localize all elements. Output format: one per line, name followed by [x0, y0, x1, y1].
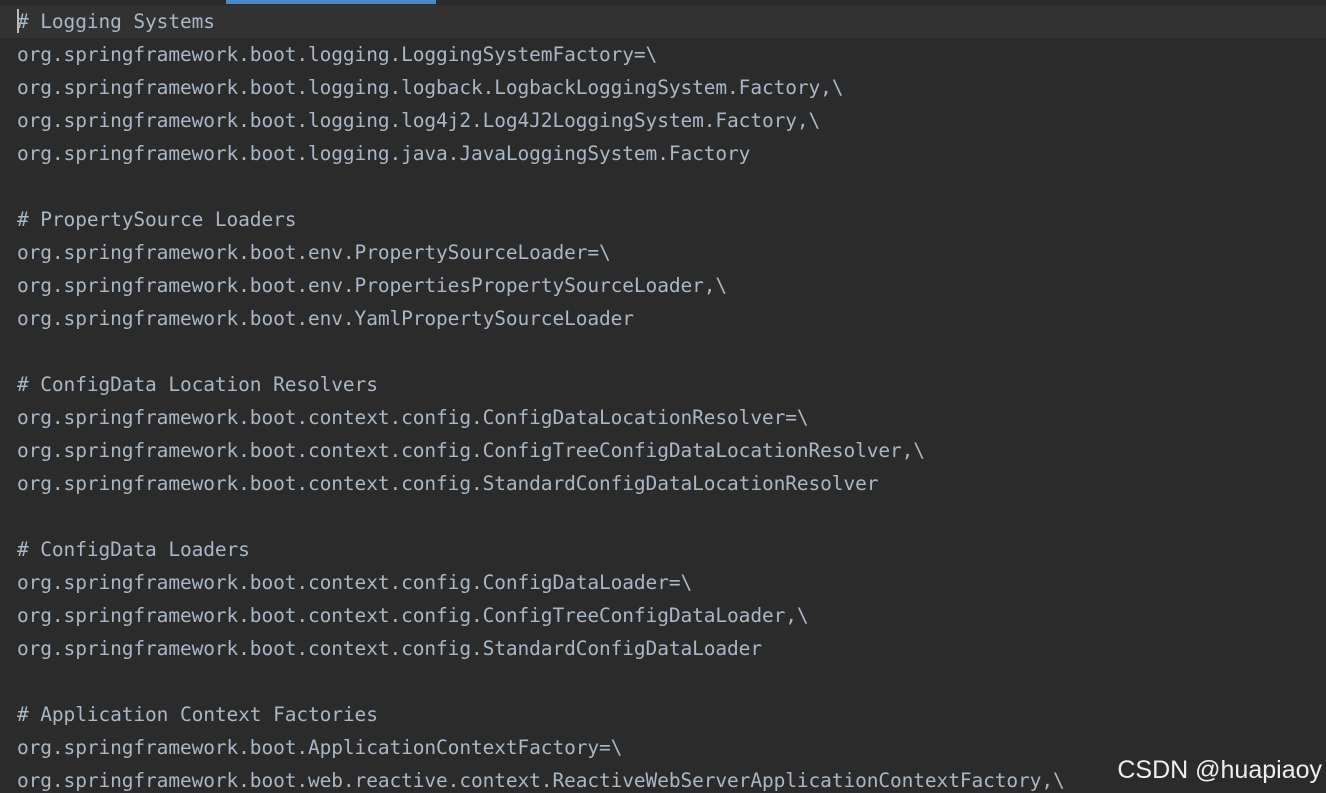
code-line[interactable]: org.springframework.boot.context.config.… — [17, 632, 1326, 665]
text-caret — [17, 9, 19, 33]
watermark: CSDN @huapiaoy — [1117, 756, 1322, 784]
code-line[interactable]: # PropertySource Loaders — [17, 203, 1326, 236]
code-line[interactable]: org.springframework.boot.logging.logback… — [17, 71, 1326, 104]
code-line[interactable]: org.springframework.boot.env.PropertiesP… — [17, 269, 1326, 302]
code-line[interactable]: org.springframework.boot.logging.Logging… — [17, 38, 1326, 71]
code-line[interactable] — [17, 665, 1326, 698]
code-line[interactable]: org.springframework.boot.context.config.… — [17, 467, 1326, 500]
code-line[interactable] — [17, 500, 1326, 533]
code-line[interactable] — [17, 170, 1326, 203]
code-line[interactable]: org.springframework.boot.context.config.… — [17, 401, 1326, 434]
code-line[interactable]: # Application Context Factories — [17, 698, 1326, 731]
code-lines[interactable]: # Logging Systems org.springframework.bo… — [17, 5, 1326, 793]
code-line[interactable] — [17, 335, 1326, 368]
code-line[interactable]: # ConfigData Loaders — [17, 533, 1326, 566]
code-editor[interactable]: # Logging Systems org.springframework.bo… — [0, 0, 1326, 793]
code-line[interactable]: org.springframework.boot.logging.java.Ja… — [17, 137, 1326, 170]
code-line[interactable]: org.springframework.boot.env.YamlPropert… — [17, 302, 1326, 335]
code-line[interactable]: # ConfigData Location Resolvers — [17, 368, 1326, 401]
code-line[interactable]: org.springframework.boot.context.config.… — [17, 566, 1326, 599]
code-line[interactable]: # Logging Systems — [17, 5, 1326, 38]
code-line[interactable]: org.springframework.boot.context.config.… — [17, 434, 1326, 467]
active-tab-indicator — [226, 0, 436, 4]
code-line[interactable]: org.springframework.boot.env.PropertySou… — [17, 236, 1326, 269]
code-line[interactable]: org.springframework.boot.context.config.… — [17, 599, 1326, 632]
code-line[interactable]: org.springframework.boot.logging.log4j2.… — [17, 104, 1326, 137]
